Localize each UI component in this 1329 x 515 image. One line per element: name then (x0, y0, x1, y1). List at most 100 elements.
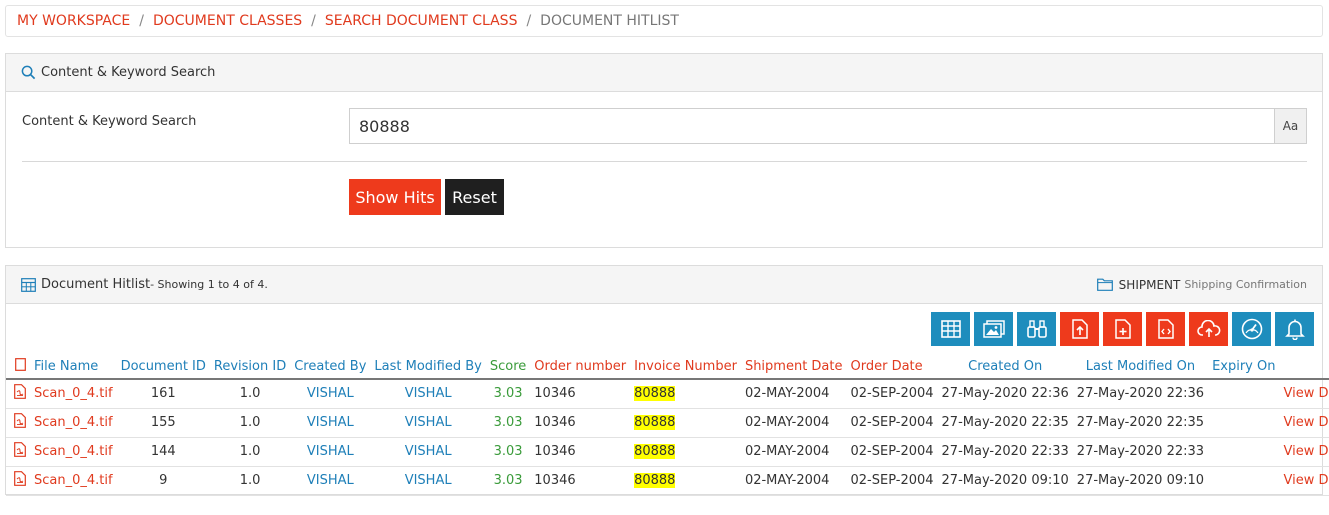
table-icon (21, 277, 36, 292)
pdf-file-icon[interactable] (14, 442, 26, 457)
shipment-date: 02-MAY-2004 (740, 437, 847, 467)
order-date: 02-SEP-2004 (846, 408, 938, 438)
document-type-info: SHIPMENT Shipping Confirmation (1096, 277, 1307, 292)
hitlist-showing-count: - Showing 1 to 4 of 4. (150, 278, 268, 291)
table-view-button[interactable] (931, 312, 970, 346)
col-revision-id[interactable]: Revision ID (209, 355, 291, 380)
document-type: SHIPMENT (1118, 277, 1181, 292)
last-modified-on: 27-May-2020 22:35 (1072, 408, 1209, 438)
document-id: 144 (116, 437, 210, 467)
shipment-date: 02-MAY-2004 (740, 466, 847, 496)
select-all-header[interactable] (6, 355, 30, 380)
created-on: 27-May-2020 22:35 (937, 408, 1073, 438)
table-row: Scan_0_4.tif 161 1.0 VISHAL VISHAL 3.03 … (6, 379, 1329, 409)
invoice-number-cell: 80888 (630, 466, 741, 496)
row-file-icon-cell[interactable] (6, 408, 30, 438)
show-hits-button[interactable]: Show Hits (349, 179, 441, 215)
search-form-row: Content & Keyword Search (22, 114, 196, 129)
created-by: VISHAL (290, 379, 371, 409)
notifications-button[interactable] (1275, 312, 1314, 346)
image-view-icon (982, 320, 1005, 338)
col-file-name[interactable]: File Name (30, 355, 117, 380)
file-add-icon (1114, 319, 1131, 339)
created-by: VISHAL (290, 466, 371, 496)
invoice-number-cell: 80888 (630, 437, 741, 467)
hitlist-table: File Name Document ID Revision ID Create… (6, 355, 1329, 496)
view-document-link[interactable]: View Document (1279, 408, 1329, 438)
file-upload-icon (1071, 319, 1088, 339)
created-on: 27-May-2020 09:10 (937, 466, 1073, 496)
last-modified-on: 27-May-2020 22:33 (1072, 437, 1209, 467)
hitlist-toolbar (927, 312, 1314, 346)
case-sensitive-button[interactable]: Aa (1274, 108, 1307, 144)
last-modified-by: VISHAL (370, 379, 486, 409)
pdf-file-icon[interactable] (14, 413, 26, 428)
col-expiry-on[interactable]: Expiry On (1208, 355, 1280, 380)
image-view-button[interactable] (974, 312, 1013, 346)
revision-id: 1.0 (209, 379, 291, 409)
last-modified-by: VISHAL (370, 408, 486, 438)
order-number: 10346 (530, 466, 631, 496)
document-id: 161 (116, 379, 210, 409)
view-document-link[interactable]: View Document (1279, 437, 1329, 467)
invoice-number-cell: 80888 (630, 408, 741, 438)
row-file-icon-cell[interactable] (6, 437, 30, 467)
hitlist-panel-header: Document Hitlist - Showing 1 to 4 of 4. … (6, 266, 1322, 304)
hitlist-title: Document Hitlist (41, 277, 151, 292)
pdf-file-icon[interactable] (14, 384, 26, 400)
search-panel: Content & Keyword Search Content & Keywo… (5, 53, 1323, 248)
revision-id: 1.0 (209, 466, 291, 496)
file-add-button[interactable] (1103, 312, 1142, 346)
file-code-button[interactable] (1146, 312, 1185, 346)
view-document-link[interactable]: View Document (1279, 466, 1329, 496)
col-created-by[interactable]: Created By (290, 355, 371, 380)
document-id: 9 (116, 466, 210, 496)
col-last-modified-by[interactable]: Last Modified By (370, 355, 486, 380)
view-document-link[interactable]: View Document (1279, 379, 1329, 409)
created-on: 27-May-2020 22:36 (937, 379, 1073, 409)
file-name-link[interactable]: Scan_0_4.tif (30, 437, 117, 467)
last-modified-on: 27-May-2020 22:36 (1072, 379, 1209, 409)
col-order-date[interactable]: Order Date (846, 355, 938, 380)
dashboard-icon (1241, 318, 1262, 340)
breadcrumb-document-classes[interactable]: DOCUMENT CLASSES (153, 13, 302, 29)
file-name-link[interactable]: Scan_0_4.tif (30, 379, 117, 409)
score: 3.03 (485, 379, 531, 409)
expiry-on (1208, 379, 1280, 409)
breadcrumb-document-hitlist: DOCUMENT HITLIST (540, 13, 679, 29)
last-modified-by: VISHAL (370, 437, 486, 467)
col-created-on[interactable]: Created On (937, 355, 1073, 380)
keyword-search-input[interactable] (349, 108, 1274, 144)
col-document-id[interactable]: Document ID (116, 355, 210, 380)
reset-button[interactable]: Reset (445, 179, 504, 215)
col-score[interactable]: Score (485, 355, 531, 380)
breadcrumb-my-workspace[interactable]: MY WORKSPACE (17, 13, 130, 29)
cloud-upload-button[interactable] (1189, 312, 1228, 346)
binoculars-button[interactable] (1017, 312, 1056, 346)
col-actions (1279, 355, 1329, 380)
col-shipment-date[interactable]: Shipment Date (740, 355, 847, 380)
hitlist-panel: Document Hitlist - Showing 1 to 4 of 4. … (5, 265, 1329, 496)
col-last-modified-on[interactable]: Last Modified On (1072, 355, 1209, 380)
row-file-icon-cell[interactable] (6, 379, 30, 409)
dashboard-button[interactable] (1232, 312, 1271, 346)
invoice-number-highlight: 80888 (634, 473, 676, 488)
search-panel-title: Content & Keyword Search (41, 65, 216, 80)
order-number: 10346 (530, 408, 631, 438)
file-upload-button[interactable] (1060, 312, 1099, 346)
revision-id: 1.0 (209, 408, 291, 438)
checkbox-icon[interactable] (14, 358, 26, 371)
order-number: 10346 (530, 379, 631, 409)
table-view-icon (940, 320, 961, 338)
breadcrumb-search-document-class[interactable]: SEARCH DOCUMENT CLASS (325, 13, 518, 29)
col-invoice-number[interactable]: Invoice Number (630, 355, 741, 380)
search-panel-header: Content & Keyword Search (6, 54, 1322, 92)
file-name-link[interactable]: Scan_0_4.tif (30, 466, 117, 496)
expiry-on (1208, 466, 1280, 496)
search-icon (21, 65, 36, 80)
pdf-file-icon[interactable] (14, 471, 26, 486)
row-file-icon-cell[interactable] (6, 466, 30, 496)
file-name-link[interactable]: Scan_0_4.tif (30, 408, 117, 438)
order-date: 02-SEP-2004 (846, 437, 938, 467)
col-order-number[interactable]: Order number (530, 355, 631, 380)
